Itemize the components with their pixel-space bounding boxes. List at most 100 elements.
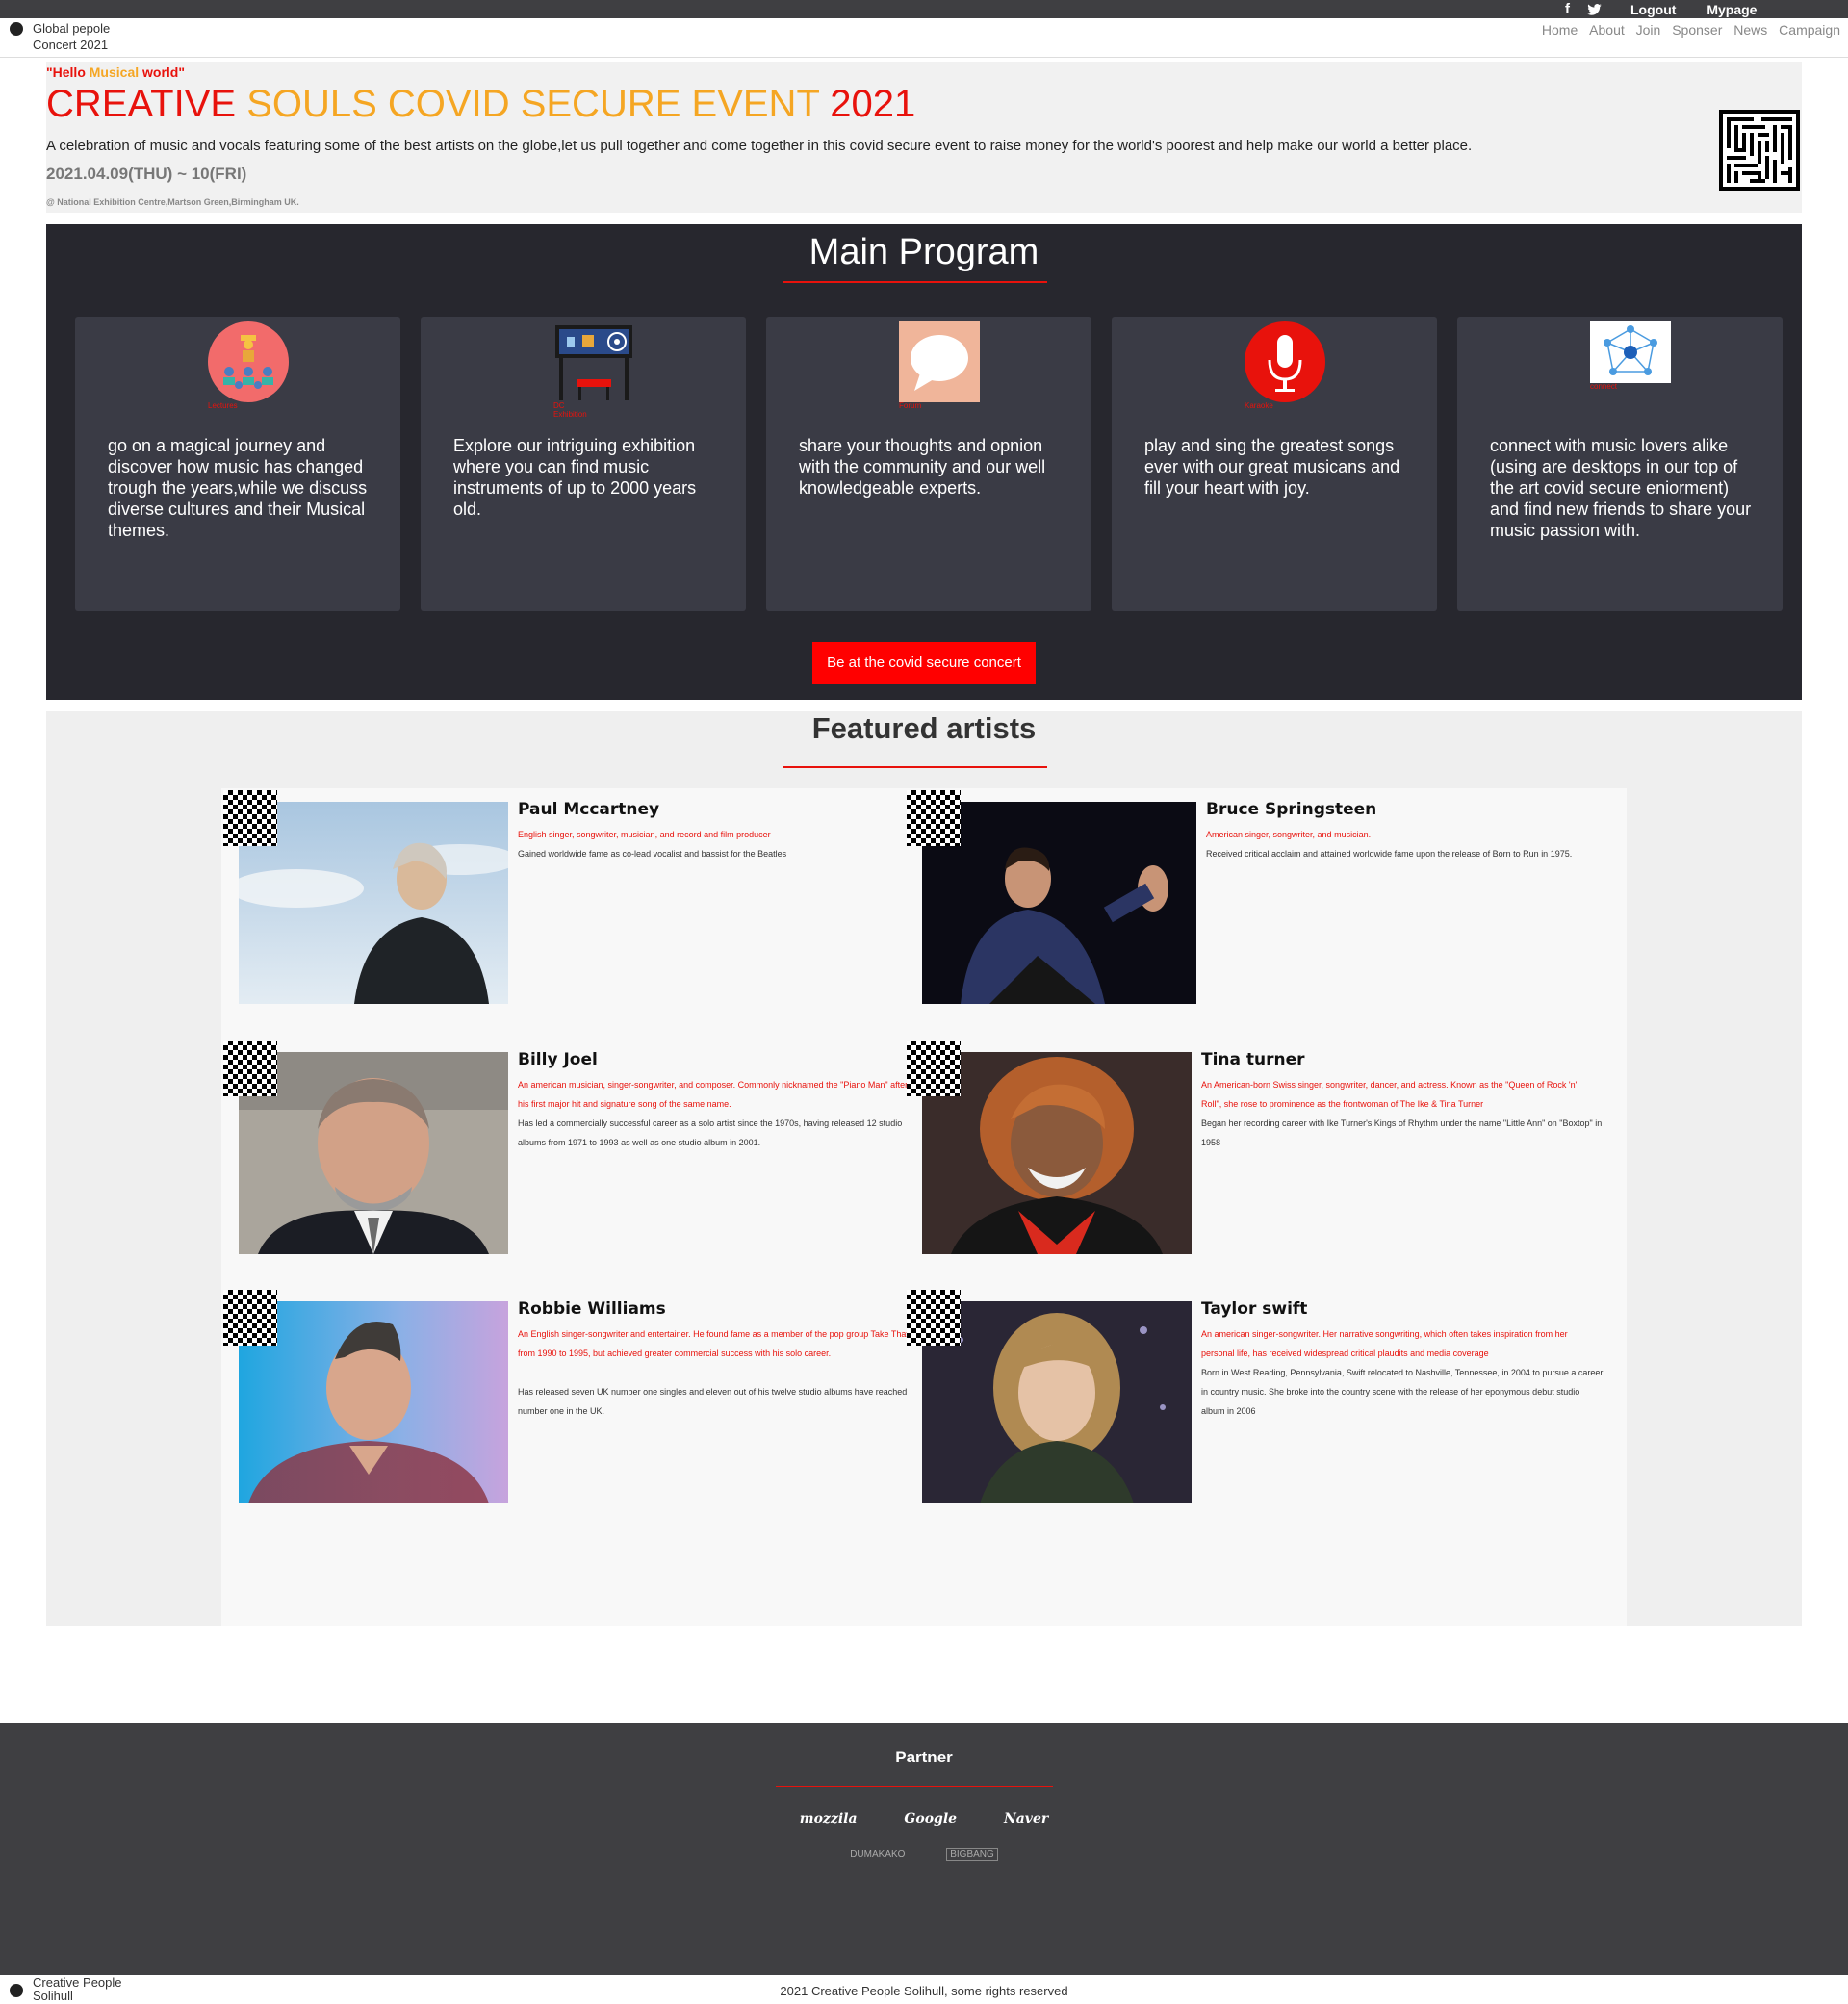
artist-photo	[922, 1301, 1192, 1503]
partner-naver[interactable]: Naver	[1004, 1811, 1048, 1827]
artist-name: Taylor swift	[1201, 1299, 1308, 1319]
artist-role: American singer, songwriter, and musicia…	[1206, 830, 1372, 839]
nav-sponser[interactable]: Sponser	[1672, 22, 1722, 38]
nav-campaign[interactable]: Campaign	[1779, 22, 1840, 38]
partner-mozzila[interactable]: mozzila	[800, 1811, 858, 1827]
main-program-section: Main Program Lectures go on a magical jo…	[46, 224, 1802, 700]
facebook-icon[interactable]: f	[1565, 1, 1570, 17]
artist-role: An English singer-songwriter and enterta…	[518, 1329, 909, 1358]
hero-title: CREATIVE SOULS COVID SECURE EVENT 2021	[46, 83, 916, 125]
card-caption: Forum	[899, 401, 922, 410]
mypage-link[interactable]: Mypage	[1707, 2, 1757, 17]
title-underline	[783, 281, 1047, 283]
copyright-text: 2021 Creative People Solihull, some righ…	[780, 1984, 1068, 1998]
exhibition-icon	[555, 325, 632, 400]
logout-link[interactable]: Logout	[1630, 2, 1676, 17]
partner-footer: Partner mozzila Google Naver DUMAKAKO BI…	[0, 1723, 1848, 1975]
microphone-icon	[1245, 321, 1325, 402]
program-card-connect[interactable]: connect connect with music lovers alike …	[1457, 317, 1783, 611]
title-underline	[783, 766, 1047, 768]
hero-greeting: "Hello Musical world"	[46, 64, 185, 80]
program-card-lectures[interactable]: Lectures go on a magical journey and dis…	[75, 317, 400, 611]
artist-name: Billy Joel	[518, 1050, 598, 1069]
artist-photo	[239, 802, 508, 1004]
card-caption: connect	[1590, 382, 1618, 391]
partner-dumakako[interactable]: DUMAKAKO	[850, 1849, 905, 1860]
card-caption: Karaoke	[1245, 401, 1273, 410]
artist-bio: Has led a commercially successful career…	[518, 1118, 903, 1147]
checker-pattern-icon	[223, 790, 277, 846]
featured-artists-section: Featured artists Paul Mccartney English …	[46, 711, 1802, 1626]
event-date: 2021.04.09(THU) ~ 10(FRI)	[46, 165, 247, 183]
nav-join[interactable]: Join	[1636, 22, 1661, 38]
header-divider	[0, 57, 1848, 58]
lecture-icon	[208, 321, 289, 402]
bottom-bar: Creative People Solihull 2021 Creative P…	[0, 1975, 1848, 2004]
top-bar: f Logout Mypage	[0, 0, 1848, 18]
chat-bubble-icon	[899, 321, 980, 402]
artist-name: Robbie Williams	[518, 1299, 666, 1319]
card-text: go on a magical journey and discover how…	[108, 436, 368, 540]
artist-bio: Received critical acclaim and attained w…	[1206, 849, 1573, 859]
artist-photo	[239, 1301, 508, 1503]
qr-code-icon	[1719, 110, 1800, 191]
partner-list-secondary: DUMAKAKO BIGBANG	[0, 1848, 1848, 1861]
artist-card[interactable]: Billy Joel An american musician, singer-…	[223, 1041, 916, 1272]
account-links: Logout Mypage	[1630, 2, 1784, 17]
event-venue: @ National Exhibition Centre,Martson Gre…	[46, 197, 299, 207]
card-text: Explore our intriguing exhibition where …	[453, 436, 697, 519]
artist-card[interactable]: Paul Mccartney English singer, songwrite…	[223, 790, 916, 1021]
card-text: connect with music lovers alike (using a…	[1490, 436, 1752, 540]
twitter-icon[interactable]	[1587, 1, 1602, 17]
artist-name: Paul Mccartney	[518, 800, 660, 819]
section-title: Main Program	[808, 232, 1040, 272]
partner-google[interactable]: Google	[904, 1811, 957, 1827]
artist-card[interactable]: Tina turner An American-born Swiss singe…	[907, 1041, 1602, 1272]
checker-pattern-icon	[907, 790, 961, 846]
hero-description: A celebration of music and vocals featur…	[46, 138, 1473, 154]
checker-pattern-icon	[223, 1290, 277, 1346]
program-card-exhibition[interactable]: DC Exhibition Explore our intriguing exh…	[421, 317, 746, 611]
checker-pattern-icon	[907, 1041, 961, 1096]
partner-bigbang[interactable]: BIGBANG	[946, 1848, 998, 1861]
checker-pattern-icon	[223, 1041, 277, 1096]
social-links: f	[1565, 1, 1615, 17]
section-title: Featured artists	[811, 711, 1037, 745]
artist-name: Bruce Springsteen	[1206, 800, 1377, 819]
artist-card[interactable]: Taylor swift An american singer-songwrit…	[907, 1290, 1603, 1521]
card-text: share your thoughts and opnion with the …	[799, 436, 1046, 498]
logo-icon	[10, 22, 23, 36]
artist-role: English singer, songwriter, musician, an…	[518, 830, 771, 839]
artist-photo	[239, 1052, 508, 1254]
title-underline	[776, 1786, 1053, 1787]
artist-bio: Born in West Reading, Pennsylvania, Swif…	[1201, 1368, 1604, 1416]
artist-role: An american musician, singer-songwriter,…	[518, 1080, 909, 1109]
card-text: play and sing the greatest songs ever wi…	[1144, 436, 1400, 498]
checker-pattern-icon	[907, 1290, 961, 1346]
partner-list: mozzila Google Naver	[0, 1811, 1848, 1827]
nav-about[interactable]: About	[1589, 22, 1625, 38]
main-nav: Home About Join Sponser News Campaign	[1534, 22, 1840, 38]
nav-home[interactable]: Home	[1542, 22, 1578, 38]
artist-bio: Began her recording career with Ike Turn…	[1201, 1118, 1603, 1147]
card-caption: DC Exhibition	[553, 401, 587, 419]
artist-photo	[922, 1052, 1192, 1254]
program-card-karaoke[interactable]: Karaoke play and sing the greatest songs…	[1112, 317, 1437, 611]
artist-card[interactable]: Bruce Springsteen American singer, songw…	[907, 790, 1600, 1021]
nav-news[interactable]: News	[1733, 22, 1767, 38]
card-caption: Lectures	[208, 401, 238, 410]
artist-name: Tina turner	[1201, 1050, 1305, 1069]
network-icon	[1590, 321, 1671, 383]
artist-role: An american singer-songwriter. Her narra…	[1201, 1329, 1568, 1358]
artist-bio: Gained worldwide fame as co-lead vocalis…	[518, 849, 787, 859]
artist-card[interactable]: Robbie Williams An English singer-songwr…	[223, 1290, 916, 1521]
logo-text: Global pepole Concert 2021	[33, 21, 111, 52]
hero-section: "Hello Musical world" CREATIVE SOULS COV…	[46, 62, 1802, 213]
artist-photo	[922, 802, 1196, 1004]
artist-bio: Has released seven UK number one singles…	[518, 1387, 908, 1416]
attend-concert-button[interactable]: Be at the covid secure concert	[812, 642, 1036, 684]
artist-grid: Paul Mccartney English singer, songwrite…	[221, 788, 1627, 1626]
partner-title: Partner	[895, 1748, 953, 1766]
artist-role: An American-born Swiss singer, songwrite…	[1201, 1080, 1578, 1109]
program-card-forum[interactable]: Forum share your thoughts and opnion wit…	[766, 317, 1091, 611]
